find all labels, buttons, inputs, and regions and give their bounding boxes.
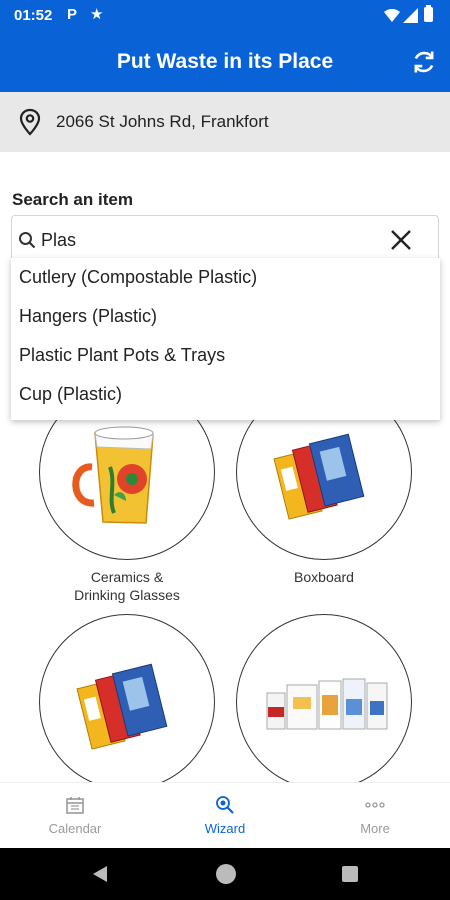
search-icon: [19, 232, 36, 249]
category-label: Ceramics & Drinking Glasses: [29, 568, 225, 604]
back-icon[interactable]: [92, 865, 108, 883]
battery-icon: [424, 5, 433, 22]
wizard-search-icon: [216, 796, 234, 814]
nav-label: Calendar: [48, 821, 102, 836]
category-image: [39, 614, 215, 790]
nav-calendar[interactable]: Calendar: [0, 783, 150, 849]
nav-label: More: [360, 821, 390, 836]
location-address: 2066 St Johns Rd, Frankfort: [56, 112, 269, 131]
boxboard-image: [76, 663, 168, 750]
category-label-line: Drinking Glasses: [74, 587, 180, 603]
cell-signal-icon: [403, 8, 418, 23]
search-box[interactable]: [11, 215, 439, 263]
refresh-icon[interactable]: [410, 48, 438, 76]
suggestion-item[interactable]: Plastic Plant Pots & Trays: [11, 336, 440, 375]
category-label: Boxboard: [294, 569, 354, 585]
suggestion-item[interactable]: Cup (Plastic): [11, 375, 440, 414]
cartons-image: [266, 678, 388, 730]
star-notification-icon: ★: [90, 6, 104, 23]
more-dots-icon: [365, 802, 385, 808]
suggestion-item[interactable]: Cutlery (Compostable Plastic): [11, 258, 440, 297]
wifi-icon: [384, 9, 400, 22]
calendar-icon: [66, 797, 84, 814]
suggestion-dropdown: Cutlery (Compostable Plastic) Hangers (P…: [11, 258, 440, 420]
system-nav-bar: [0, 848, 450, 900]
category-label-line: Ceramics &: [90, 569, 164, 585]
nav-wizard[interactable]: Wizard: [150, 783, 300, 849]
search-input[interactable]: [41, 227, 371, 253]
search-label: Search an item: [12, 190, 133, 209]
suggestion-item[interactable]: Hangers (Plastic): [11, 297, 440, 336]
status-bar: 01:52 P ★: [0, 0, 450, 32]
status-time: 01:52: [14, 7, 53, 24]
nav-more[interactable]: More: [300, 783, 450, 849]
clear-search-icon[interactable]: [390, 229, 412, 251]
recents-icon[interactable]: [342, 866, 358, 882]
app-title: Put Waste in its Place: [116, 50, 334, 73]
app-bar: Put Waste in its Place: [0, 32, 450, 92]
nav-label: Wizard: [204, 821, 246, 836]
location-bar[interactable]: 2066 St Johns Rd, Frankfort: [0, 92, 450, 152]
parking-notification-icon: P: [67, 6, 78, 23]
location-pin-icon: [19, 108, 41, 136]
bottom-nav: Calendar Wizard More: [0, 782, 450, 848]
category-image: [236, 614, 412, 790]
home-icon[interactable]: [216, 864, 236, 884]
